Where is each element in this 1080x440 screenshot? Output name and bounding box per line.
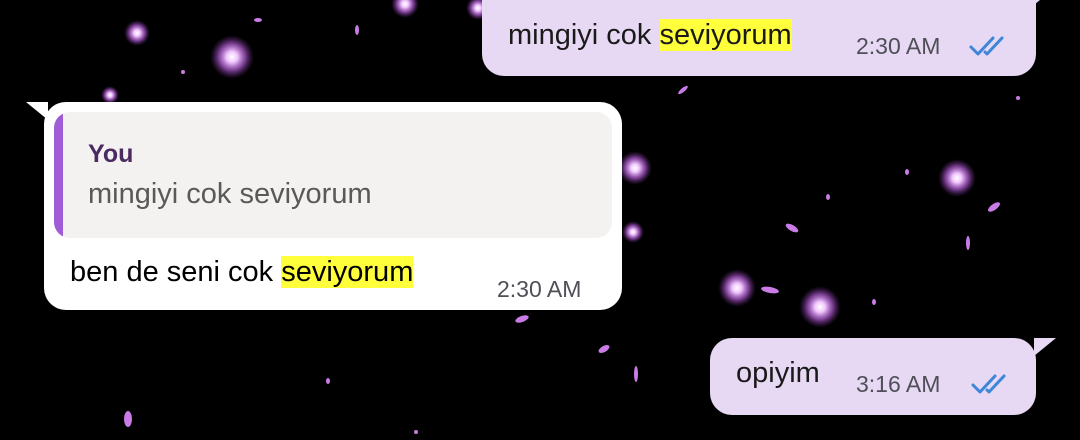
outgoing-bubble-tail (1034, 338, 1056, 356)
search-highlight: seviyorum (659, 19, 792, 51)
read-double-check-icon (971, 374, 1006, 394)
reply-quote-text: mingiyi cok seviyorum (88, 178, 372, 210)
reply-quote[interactable]: You mingiyi cok seviyorum (54, 112, 612, 238)
reply-quote-accent-bar (54, 112, 63, 238)
search-highlight: seviyorum (281, 256, 414, 288)
message-text-plain: ben de seni cok (70, 256, 282, 288)
message-time: 2:30 AM (497, 276, 582, 302)
read-double-check-icon (969, 36, 1004, 56)
outgoing-message-bubble[interactable]: opiyim 3:16 AM (710, 338, 1036, 415)
message-text: opiyim (736, 357, 820, 389)
message-time: 2:30 AM (856, 33, 941, 59)
message-time: 3:16 AM (856, 371, 941, 397)
reply-quote-author: You (88, 140, 134, 168)
message-text-plain: mingiyi cok (508, 19, 660, 51)
message-text: ben de seni cok seviyorum (70, 254, 414, 290)
outgoing-message-bubble[interactable]: mingiyi cok seviyorum 2:30 AM (482, 0, 1036, 76)
message-text: mingiyi cok seviyorum (508, 17, 792, 53)
